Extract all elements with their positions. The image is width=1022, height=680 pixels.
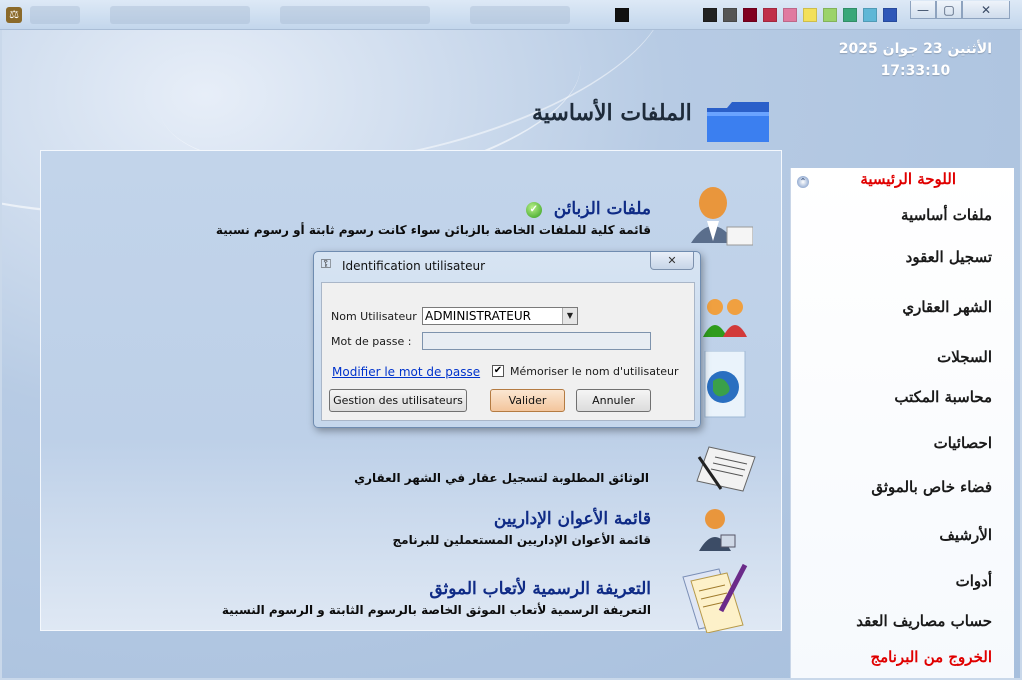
color-swatch xyxy=(803,8,817,22)
color-swatch xyxy=(723,8,737,22)
cancel-button[interactable]: Annuler xyxy=(576,389,651,412)
globe-icon xyxy=(704,351,746,418)
sidebar-item-dashboard[interactable]: اللوحة الرئيسية xyxy=(860,170,956,188)
remember-username-label: Mémoriser le nom d'utilisateur xyxy=(510,365,679,378)
sidebar-item-land-registry[interactable]: الشهر العقاري xyxy=(902,298,992,316)
color-swatch xyxy=(863,8,877,22)
color-swatch xyxy=(743,8,757,22)
sidebar-item-registers[interactable]: السجلات xyxy=(937,348,992,366)
list-item-documents[interactable]: الوثائق المطلوبة لتسجيل عقار في الشهر ال… xyxy=(354,467,649,485)
client-person-icon xyxy=(691,187,753,246)
change-password-link[interactable]: Modifier le mot de passe xyxy=(332,365,480,379)
color-swatch xyxy=(783,8,797,22)
collapse-arrow-icon[interactable]: ⌃ xyxy=(797,176,809,188)
item-description: التعريفة الرسمية لأتعاب الموثق الخاصة با… xyxy=(221,603,651,617)
item-heading: قائمة الأعوان الإداريين xyxy=(493,509,651,529)
list-item-admins[interactable]: قائمة الأعوان الإداريين قائمة الأعوان ال… xyxy=(392,509,651,547)
titlebar-ghost xyxy=(30,6,80,24)
sidebar-item-statistics[interactable]: احصائيات xyxy=(934,434,992,452)
list-item-tariff[interactable]: التعريفة الرسمية لأتعاب الموثق التعريفة … xyxy=(222,579,651,617)
folder-icon xyxy=(707,102,769,142)
manage-users-button[interactable]: Gestion des utilisateurs xyxy=(329,389,467,412)
titlebar-ghost xyxy=(110,6,250,24)
color-swatch xyxy=(883,8,897,22)
admin-user-icon xyxy=(699,509,736,551)
sidebar-item-accounting[interactable]: محاسبة المكتب xyxy=(894,388,992,406)
current-date: الأثنين 23 جوان 2025 xyxy=(838,41,992,57)
remember-username-checkbox[interactable]: ✔ xyxy=(492,365,504,377)
check-bullet-icon: ✓ xyxy=(525,201,542,218)
username-select[interactable]: ADMINISTRATEUR ▼ xyxy=(422,307,578,325)
titlebar-ghost xyxy=(280,6,430,24)
color-swatch xyxy=(703,8,717,22)
tariff-paper-icon xyxy=(682,563,748,633)
password-label: Mot de passe : xyxy=(331,335,412,348)
username-value: ADMINISTRATEUR xyxy=(425,309,531,323)
group-users-icon xyxy=(703,299,747,337)
dialog-close-button[interactable]: ✕ xyxy=(650,252,694,270)
maximize-button[interactable]: ▢ xyxy=(936,1,962,19)
titlebar-ghost xyxy=(470,6,570,24)
color-swatch xyxy=(615,8,629,22)
sidebar-item-fee-calculator[interactable]: حساب مصاريف العقد xyxy=(856,612,992,630)
color-swatch xyxy=(823,8,837,22)
username-label: Nom Utilisateur xyxy=(331,310,417,323)
color-swatch xyxy=(843,8,857,22)
keys-icon: ⚿ xyxy=(321,257,331,272)
dropdown-arrow-icon[interactable]: ▼ xyxy=(562,308,577,324)
validate-button[interactable]: Valider xyxy=(490,389,565,412)
current-time: 17:33:10 xyxy=(880,63,951,79)
date-time-display: الأثنين 23 جوان 2025 17:33:10 xyxy=(839,38,992,82)
color-swatch xyxy=(763,8,777,22)
password-field[interactable] xyxy=(422,332,651,350)
list-item-clients[interactable]: ملفات الزبائن ✓ قائمة كلية للملفات الخاص… xyxy=(216,199,651,237)
window-titlebar: ⚖ — ▢ ✕ xyxy=(0,0,1022,30)
sidebar-item-archive[interactable]: الأرشيف xyxy=(939,526,992,544)
sidebar-item-exit[interactable]: الخروج من البرنامج xyxy=(870,648,992,666)
login-dialog: ⚿ Identification utilisateur ✕ Nom Utili… xyxy=(313,251,701,428)
dialog-title: Identification utilisateur xyxy=(342,259,486,273)
sidebar-item-base-files[interactable]: ملفات أساسية xyxy=(901,206,992,224)
item-description: قائمة كلية للملفات الخاصة بالزبائن سواء … xyxy=(215,223,651,237)
item-description: قائمة الأعوان الإداريين المستعملين للبرن… xyxy=(392,533,651,547)
close-button[interactable]: ✕ xyxy=(962,1,1010,19)
document-pen-icon xyxy=(696,446,756,492)
item-description: الوثائق المطلوبة لتسجيل عقار في الشهر ال… xyxy=(354,471,649,485)
dialog-body: Nom Utilisateur ADMINISTRATEUR ▼ Mot de … xyxy=(321,282,695,421)
item-heading: ملفات الزبائن xyxy=(553,199,651,219)
page-title: الملفات الأساسية xyxy=(532,100,692,126)
minimize-button[interactable]: — xyxy=(910,1,936,19)
sidebar-item-tools[interactable]: أدوات xyxy=(956,572,992,590)
sidebar-item-notary-space[interactable]: فضاء خاص بالموثق xyxy=(871,478,992,496)
sidebar-nav: ⌃ اللوحة الرئيسية ملفات أساسية تسجيل الع… xyxy=(790,168,1014,678)
sidebar-item-contracts[interactable]: تسجيل العقود xyxy=(906,248,992,266)
item-heading: التعريفة الرسمية لأتعاب الموثق xyxy=(429,579,651,599)
scales-app-icon: ⚖ xyxy=(6,7,22,23)
